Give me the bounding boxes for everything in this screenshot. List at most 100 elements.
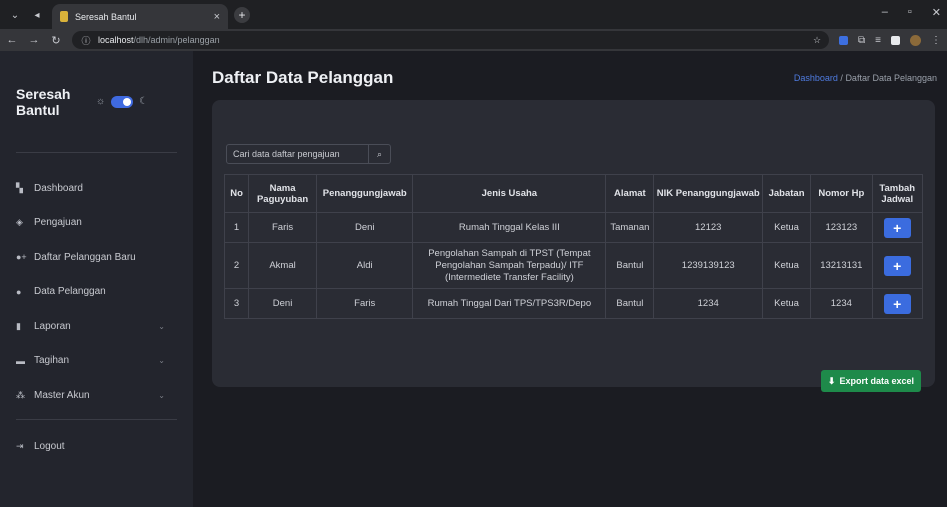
sidebar-item-pengajuan[interactable]: ◈ Pengajuan <box>16 206 177 241</box>
sidebar-item-label: Tagihan <box>34 355 70 367</box>
table-row: 2 Akmal Aldi Pengolahan Sampah di TPST (… <box>223 242 924 289</box>
url-field[interactable]: ⓘ localhost/dlh/admin/pelanggan ☆ <box>72 31 830 49</box>
sidebar-item-label: Laporan <box>34 320 71 332</box>
sidebar: Seresah Bantul ☼ ☾ ▚ Dashboard ◈ Pengaju… <box>0 51 193 507</box>
extensions-area: ⧉ ≡ ⋮ <box>839 34 941 46</box>
cell-jenis-usaha: Rumah Tinggal Dari TPS/TPS3R/Depo <box>412 288 607 319</box>
cell-nomor-hp: 13213131 <box>810 242 873 289</box>
cell-tambah-jadwal: + <box>871 242 924 289</box>
sidebar-item-logout[interactable]: ⇥ Logout <box>16 430 177 465</box>
layers-icon: ◈ <box>16 217 23 228</box>
cell-no: 2 <box>223 242 250 289</box>
cell-paguyuban: Deni <box>248 288 318 319</box>
cell-no: 3 <box>223 288 250 319</box>
browser-tab[interactable]: Seresah Bantul × <box>52 4 228 29</box>
favicon-icon <box>60 11 68 22</box>
sun-icon: ☼ <box>96 96 106 107</box>
breadcrumb-separator: / <box>840 72 843 83</box>
sidebar-item-dashboard[interactable]: ▚ Dashboard <box>16 171 177 206</box>
grid-icon: ▚ <box>16 182 23 193</box>
tab-search-icon[interactable]: ⌄ <box>4 4 26 26</box>
customer-card: ⌕ No Nama Paguyuban Penanggungjawab Jeni… <box>212 100 935 387</box>
back-icon[interactable]: ← <box>6 34 18 46</box>
forward-icon[interactable]: → <box>28 34 40 46</box>
col-header: Nama Paguyuban <box>248 174 318 213</box>
cell-jabatan: Ketua <box>761 242 812 289</box>
window-controls: – ▫ ✕ <box>882 6 941 19</box>
moon-icon: ☾ <box>139 96 149 107</box>
table-row: 3 Deni Faris Rumah Tinggal Dari TPS/TPS3… <box>223 288 924 319</box>
cell-tambah-jadwal: + <box>871 212 924 243</box>
cell-nomor-hp: 123123 <box>810 212 873 243</box>
cell-jenis-usaha: Pengolahan Sampah di TPST (Tempat Pengol… <box>412 242 607 289</box>
close-tab-icon[interactable]: × <box>214 11 220 23</box>
cell-jenis-usaha: Rumah Tinggal Kelas III <box>412 212 607 243</box>
col-header: Jabatan <box>761 174 812 213</box>
search-input[interactable] <box>227 149 368 159</box>
breadcrumb: Dashboard / Daftar Data Pelanggan <box>794 73 937 83</box>
cell-alamat: Bantul <box>605 242 655 289</box>
page-title: Daftar Data Pelanggan <box>212 67 394 87</box>
cell-paguyuban: Faris <box>248 212 318 243</box>
cell-penanggungjawab: Faris <box>316 288 414 319</box>
menu-divider <box>16 418 177 420</box>
sidepanel-icon[interactable] <box>891 35 900 45</box>
new-tab-button[interactable]: + <box>234 7 250 23</box>
table-header-row: No Nama Paguyuban Penanggungjawab Jenis … <box>223 174 924 213</box>
export-excel-button[interactable]: ⬇ Export data excel <box>820 370 921 392</box>
col-header: No <box>223 174 250 213</box>
chevron-down-icon: ⌄ <box>158 390 165 400</box>
cell-jabatan: Ketua <box>761 212 812 243</box>
breadcrumb-current: Daftar Data Pelanggan <box>845 72 937 83</box>
app: Seresah Bantul ☼ ☾ ▚ Dashboard ◈ Pengaju… <box>0 51 947 507</box>
bookmark-star-icon[interactable]: ☆ <box>813 35 821 46</box>
cell-nik: 1234 <box>653 288 763 319</box>
sidebar-item-label: Data Pelanggan <box>34 286 106 298</box>
browser-tabbar: ⌄ ◂ Seresah Bantul × + – ▫ ✕ <box>0 0 947 29</box>
sidebar-item-laporan[interactable]: ▮ Laporan ⌄ <box>16 309 177 344</box>
file-icon: ▮ <box>16 320 21 331</box>
credit-card-icon: ▬ <box>16 355 25 366</box>
sidebar-item-label: Daftar Pelanggan Baru <box>34 251 136 263</box>
minimize-icon[interactable]: – <box>882 6 888 19</box>
sidebar-item-tagihan[interactable]: ▬ Tagihan ⌄ <box>16 344 177 379</box>
add-schedule-button[interactable]: + <box>883 293 911 314</box>
url-host: localhost <box>98 35 134 45</box>
sidebar-item-master-akun[interactable]: ⁂ Master Akun ⌄ <box>16 378 177 413</box>
extension-icon[interactable] <box>839 35 849 45</box>
sidebar-item-label: Logout <box>34 441 65 453</box>
audio-icon[interactable]: ◂ <box>26 4 48 26</box>
profile-avatar-icon[interactable] <box>910 34 921 46</box>
sidebar-item-label: Pengajuan <box>34 217 82 229</box>
theme-toggle[interactable] <box>111 95 134 108</box>
logout-icon: ⇥ <box>16 441 24 452</box>
add-schedule-button[interactable]: + <box>883 255 911 276</box>
menu-kebab-icon[interactable]: ⋮ <box>931 35 941 46</box>
sidebar-item-label: Master Akun <box>34 389 90 401</box>
sidebar-item-label: Dashboard <box>34 182 83 194</box>
brand-name: Seresah Bantul <box>16 85 71 118</box>
media-icon[interactable]: ≡ <box>875 35 881 46</box>
cell-nik: 1239139123 <box>653 242 763 289</box>
sidebar-item-data-pelanggan[interactable]: ● Data Pelanggan <box>16 275 177 310</box>
col-header: Penanggungjawab <box>316 174 414 213</box>
main-content: Daftar Data Pelanggan Dashboard / Daftar… <box>193 51 947 507</box>
reload-icon[interactable]: ↻ <box>50 34 62 47</box>
add-schedule-button[interactable]: + <box>883 217 911 238</box>
close-window-icon[interactable]: ✕ <box>932 6 941 19</box>
search-icon[interactable]: ⌕ <box>368 145 390 163</box>
sidebar-menu: ▚ Dashboard ◈ Pengajuan ●+ Daftar Pelang… <box>16 171 177 464</box>
site-info-icon[interactable]: ⓘ <box>80 34 92 47</box>
extensions-puzzle-icon[interactable]: ⧉ <box>858 35 865 46</box>
sidebar-item-daftar-pelanggan-baru[interactable]: ●+ Daftar Pelanggan Baru <box>16 240 177 275</box>
breadcrumb-dashboard-link[interactable]: Dashboard <box>794 73 838 83</box>
user-icon: ● <box>16 286 22 297</box>
cell-penanggungjawab: Aldi <box>316 242 414 289</box>
cell-tambah-jadwal: + <box>871 288 924 319</box>
search-box: ⌕ <box>226 144 391 164</box>
users-icon: ⁂ <box>16 389 25 400</box>
cell-alamat: Bantul <box>605 288 655 319</box>
restore-icon[interactable]: ▫ <box>908 6 912 19</box>
col-header: Nomor Hp <box>810 174 873 213</box>
brand: Seresah Bantul ☼ ☾ <box>16 51 177 153</box>
